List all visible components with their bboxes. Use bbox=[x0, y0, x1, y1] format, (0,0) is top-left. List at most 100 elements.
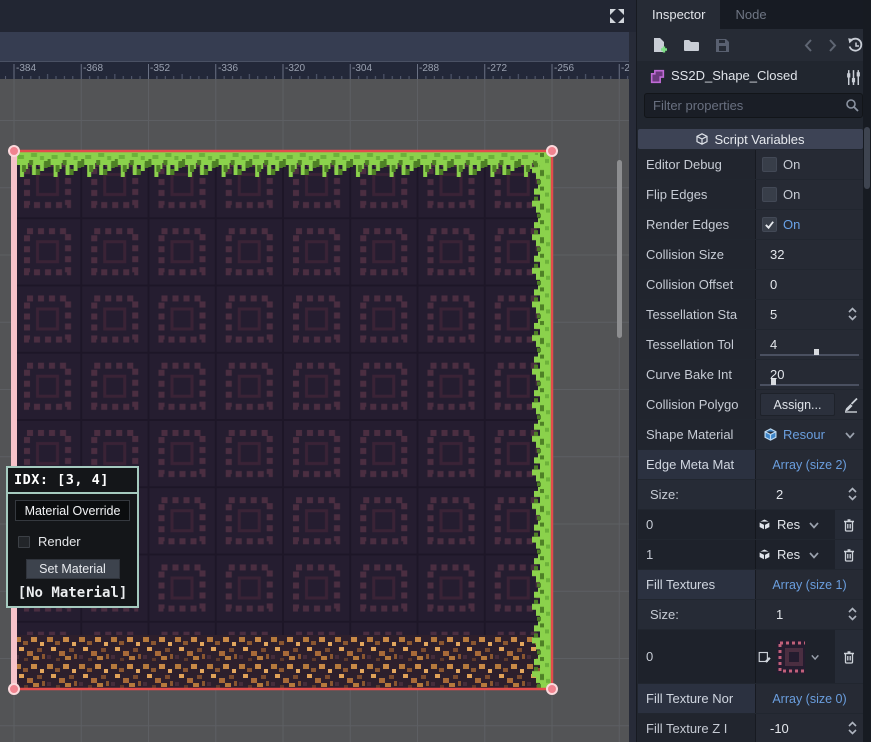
shape-handle-bottom-right[interactable] bbox=[547, 684, 557, 694]
property-label: Flip Edges bbox=[646, 187, 707, 202]
history-forward-icon[interactable] bbox=[823, 37, 840, 54]
shape-tilemap[interactable] bbox=[14, 151, 552, 689]
history-icon[interactable] bbox=[847, 37, 864, 54]
popup-idx-title: IDX: [3, 4] bbox=[8, 468, 137, 494]
size-value[interactable]: 1 bbox=[776, 607, 783, 622]
chevron-down-icon[interactable] bbox=[809, 551, 819, 559]
set-material-button[interactable]: Set Material bbox=[26, 559, 120, 579]
assign-button[interactable]: Assign... bbox=[760, 393, 835, 416]
assign-node-button[interactable] bbox=[843, 397, 859, 413]
expand-icon[interactable] bbox=[608, 7, 626, 25]
ruler-label: -384 bbox=[16, 63, 36, 74]
property-value[interactable]: 32 bbox=[770, 247, 784, 262]
ruler-label: -352 bbox=[150, 63, 170, 74]
property-label: Collision Size bbox=[646, 247, 724, 262]
edit-texture-icon[interactable] bbox=[758, 649, 771, 665]
checkbox-state-label: On bbox=[783, 187, 800, 202]
resource-value[interactable]: Resour bbox=[783, 427, 825, 442]
slider-track[interactable] bbox=[760, 354, 859, 356]
inspector-tab-bar: Inspector Node bbox=[637, 0, 871, 29]
editor-debug-checkbox[interactable] bbox=[762, 157, 777, 172]
property-row-tessellation-stages: Tessellation Sta 5 bbox=[638, 300, 863, 329]
array-link[interactable]: Array (size 0) bbox=[772, 692, 846, 706]
ruler-label: -240 bbox=[621, 63, 629, 74]
texture-thumbnail[interactable] bbox=[777, 640, 805, 674]
flip-edges-checkbox[interactable] bbox=[762, 187, 777, 202]
ruler-label: -336 bbox=[218, 63, 238, 74]
spinner-icon[interactable] bbox=[848, 607, 857, 621]
render-checkbox[interactable] bbox=[18, 536, 30, 548]
property-label: Edge Meta Mat bbox=[646, 457, 734, 472]
inspector-properties: Script Variables Editor Debug On Flip Ed… bbox=[638, 129, 863, 742]
size-value[interactable]: 2 bbox=[776, 487, 783, 502]
trash-icon bbox=[842, 548, 856, 562]
property-label: Tessellation Sta bbox=[646, 307, 737, 322]
ruler-label: -368 bbox=[83, 63, 103, 74]
property-row-render-edges: Render Edges On bbox=[638, 210, 863, 239]
render-edges-checkbox[interactable] bbox=[762, 217, 777, 232]
object-properties-icon[interactable] bbox=[845, 69, 862, 86]
resource-cube-icon bbox=[758, 548, 771, 561]
ruler-label: -288 bbox=[419, 63, 439, 74]
viewport-canvas[interactable] bbox=[0, 79, 629, 742]
filter-properties-input[interactable] bbox=[644, 93, 863, 118]
resource-value[interactable]: Res bbox=[777, 547, 800, 562]
render-label: Render bbox=[38, 534, 81, 549]
open-folder-icon[interactable] bbox=[683, 37, 700, 54]
delete-element-button[interactable] bbox=[835, 540, 863, 569]
edge-material-popup: IDX: [3, 4] Material Override Render Set… bbox=[6, 466, 139, 608]
property-row-edge-meta-materials: Edge Meta Mat Array (size 2) bbox=[638, 450, 863, 479]
delete-element-button[interactable] bbox=[835, 630, 863, 683]
new-resource-icon[interactable] bbox=[651, 37, 668, 54]
spinner-icon[interactable] bbox=[848, 721, 857, 735]
material-override-button[interactable]: Material Override bbox=[15, 500, 130, 521]
resource-cube-icon bbox=[764, 428, 777, 441]
element-index: 1 bbox=[646, 547, 653, 562]
category-label: Script Variables bbox=[714, 132, 804, 147]
viewport-vscrollbar[interactable] bbox=[617, 160, 622, 338]
chevron-down-icon[interactable] bbox=[811, 653, 819, 661]
tab-node[interactable]: Node bbox=[720, 0, 781, 29]
property-label: Collision Polygo bbox=[646, 397, 739, 412]
property-label: Fill Texture Nor bbox=[646, 691, 733, 706]
history-back-icon[interactable] bbox=[801, 37, 818, 54]
spinner-icon[interactable] bbox=[848, 487, 857, 501]
chevron-down-icon[interactable] bbox=[845, 431, 855, 439]
property-row-collision-polygon: Collision Polygo Assign... bbox=[638, 390, 863, 419]
checkbox-state-label: On bbox=[783, 157, 800, 172]
array-link[interactable]: Array (size 1) bbox=[772, 578, 846, 592]
spinner-icon[interactable] bbox=[848, 307, 857, 321]
ruler-label: -256 bbox=[554, 63, 574, 74]
property-value[interactable]: 0 bbox=[770, 277, 777, 292]
tab-inspector[interactable]: Inspector bbox=[637, 0, 720, 29]
chevron-down-icon[interactable] bbox=[809, 521, 819, 529]
property-label: Render Edges bbox=[646, 217, 729, 232]
property-value[interactable]: 4 bbox=[770, 337, 777, 352]
search-icon bbox=[845, 98, 859, 112]
shape-resource-icon bbox=[649, 68, 666, 85]
shape-handle-top-right[interactable] bbox=[547, 146, 557, 156]
property-row-curve-bake-interval: Curve Bake Int 20 bbox=[638, 360, 863, 389]
delete-element-button[interactable] bbox=[835, 510, 863, 539]
property-row-collision-size: Collision Size 32 bbox=[638, 240, 863, 269]
inspector-scrollbar-thumb[interactable] bbox=[864, 127, 870, 189]
slider-grabber[interactable] bbox=[814, 349, 819, 355]
slider-grabber[interactable] bbox=[771, 379, 776, 385]
save-icon[interactable] bbox=[714, 37, 731, 54]
property-label: Tessellation Tol bbox=[646, 337, 734, 352]
property-value[interactable]: -10 bbox=[770, 721, 789, 736]
category-script-variables[interactable]: Script Variables bbox=[638, 129, 863, 149]
resource-value[interactable]: Res bbox=[777, 517, 800, 532]
shape-handle-top-left[interactable] bbox=[9, 146, 19, 156]
canvas-pane: -384 -368 -352 -336 -320 -304 -288 -272 … bbox=[0, 0, 636, 742]
slider-track[interactable] bbox=[760, 384, 859, 386]
size-label: Size: bbox=[650, 607, 679, 622]
inspector-scrollbar[interactable] bbox=[863, 0, 871, 742]
property-value[interactable]: 5 bbox=[770, 307, 777, 322]
resource-name: SS2D_Shape_Closed bbox=[671, 68, 797, 83]
shape-handle-bottom-left[interactable] bbox=[9, 684, 19, 694]
godot-editor: -384 -368 -352 -336 -320 -304 -288 -272 … bbox=[0, 0, 871, 742]
array-link[interactable]: Array (size 2) bbox=[772, 458, 846, 472]
resource-name-row: SS2D_Shape_Closed bbox=[637, 61, 871, 92]
property-row-fill-texture-normals: Fill Texture Nor Array (size 0) bbox=[638, 684, 863, 713]
